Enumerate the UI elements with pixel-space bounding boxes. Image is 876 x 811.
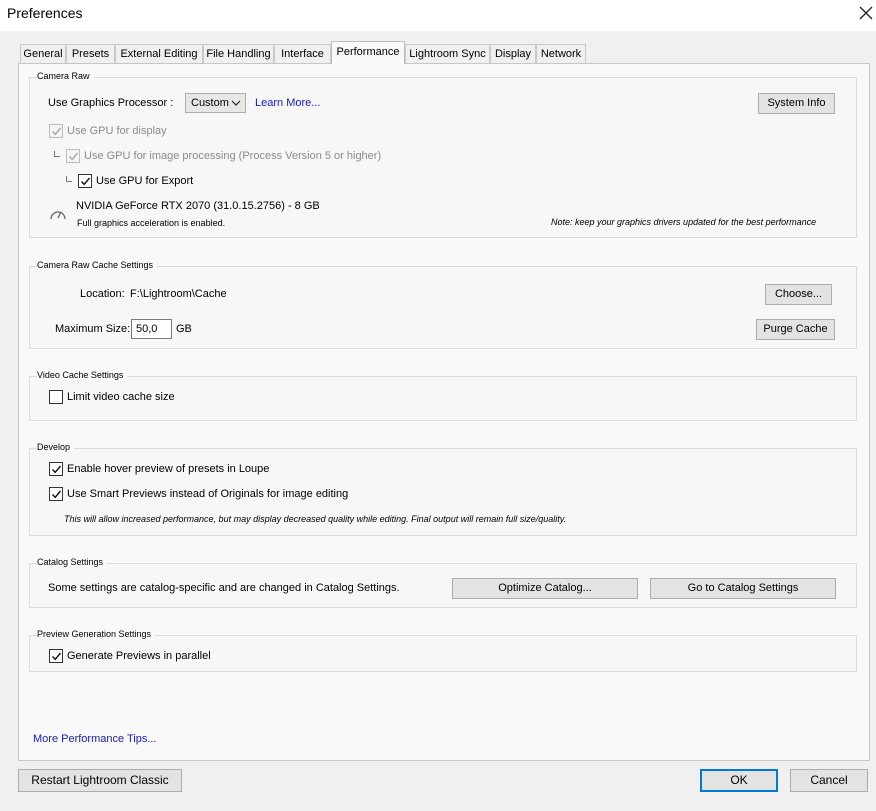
parallel-previews-checkbox[interactable]: [49, 649, 63, 663]
gpu-name: NVIDIA GeForce RTX 2070 (31.0.15.2756) -…: [76, 200, 320, 212]
tree-connector: [66, 176, 72, 182]
goto-catalog-settings-button[interactable]: Go to Catalog Settings: [650, 578, 836, 599]
parallel-previews-label: Generate Previews in parallel: [67, 650, 211, 662]
catalog-desc: Some settings are catalog-specific and a…: [48, 582, 400, 594]
tree-connector: [54, 151, 60, 157]
ok-button[interactable]: OK: [700, 769, 778, 792]
learn-more-link[interactable]: Learn More...: [255, 97, 320, 109]
use-gpu-export-checkbox[interactable]: [78, 174, 92, 188]
tab-external-editing[interactable]: External Editing: [115, 44, 203, 63]
max-size-label: Maximum Size:: [55, 323, 131, 335]
checkmark-icon: [51, 652, 62, 661]
performance-tips-link[interactable]: More Performance Tips...: [33, 733, 157, 745]
use-gpu-display-label: Use GPU for display: [67, 125, 167, 137]
camera-raw-title: Camera Raw: [37, 71, 94, 81]
gpu-select[interactable]: Custom: [185, 93, 246, 113]
title-bar: [0, 0, 876, 31]
max-size-unit: GB: [176, 323, 192, 335]
window-title: Preferences: [7, 5, 83, 21]
catalog-title: Catalog Settings: [37, 557, 108, 567]
hover-preview-checkbox[interactable]: [49, 462, 63, 476]
tab-presets[interactable]: Presets: [66, 44, 115, 63]
location-label: Location:: [80, 288, 125, 300]
gauge-icon: [50, 211, 66, 220]
limit-video-cache-label: Limit video cache size: [67, 391, 175, 403]
video-cache-title: Video Cache Settings: [37, 370, 128, 380]
hover-preview-label: Enable hover preview of presets in Loupe: [67, 463, 270, 475]
optimize-catalog-button[interactable]: Optimize Catalog...: [452, 578, 638, 599]
tab-performance[interactable]: Performance: [331, 41, 405, 64]
max-size-input[interactable]: 50,0: [131, 319, 172, 339]
gpu-label: Use Graphics Processor :: [48, 97, 174, 109]
choose-button[interactable]: Choose...: [765, 284, 832, 305]
close-icon[interactable]: [857, 4, 875, 22]
chevron-down-icon: [231, 100, 241, 106]
purge-cache-button[interactable]: Purge Cache: [756, 319, 835, 340]
tab-lightroom-sync[interactable]: Lightroom Sync: [405, 44, 490, 63]
accel-status: Full graphics acceleration is enabled.: [77, 218, 226, 228]
system-info-button[interactable]: System Info: [758, 93, 835, 114]
use-gpu-processing-label: Use GPU for image processing (Process Ve…: [84, 150, 382, 162]
gpu-select-value: Custom: [191, 97, 229, 109]
checkmark-icon: [51, 127, 62, 136]
cache-title: Camera Raw Cache Settings: [37, 260, 158, 270]
tab-general[interactable]: General: [20, 44, 66, 63]
tab-network[interactable]: Network: [536, 44, 586, 63]
use-gpu-processing-checkbox[interactable]: [66, 149, 80, 163]
smart-previews-label: Use Smart Previews instead of Originals …: [67, 488, 349, 500]
preview-gen-title: Preview Generation Settings: [37, 629, 156, 639]
smart-previews-checkbox[interactable]: [49, 487, 63, 501]
limit-video-cache-checkbox[interactable]: [49, 390, 63, 404]
tab-interface[interactable]: Interface: [274, 44, 331, 63]
location-value: F:\Lightroom\Cache: [130, 288, 227, 300]
restart-button[interactable]: Restart Lightroom Classic: [18, 769, 182, 792]
driver-note: Note: keep your graphics drivers updated…: [551, 217, 817, 227]
checkmark-icon: [51, 465, 62, 474]
checkmark-icon: [51, 490, 62, 499]
cancel-button[interactable]: Cancel: [790, 769, 868, 792]
tab-display[interactable]: Display: [490, 44, 536, 63]
checkmark-icon: [80, 177, 91, 186]
checkmark-icon: [68, 152, 79, 161]
develop-title: Develop: [37, 442, 75, 452]
tab-file-handling[interactable]: File Handling: [203, 44, 274, 63]
use-gpu-display-checkbox[interactable]: [49, 124, 63, 138]
develop-note: This will allow increased performance, b…: [64, 514, 567, 524]
use-gpu-export-label: Use GPU for Export: [96, 175, 194, 187]
